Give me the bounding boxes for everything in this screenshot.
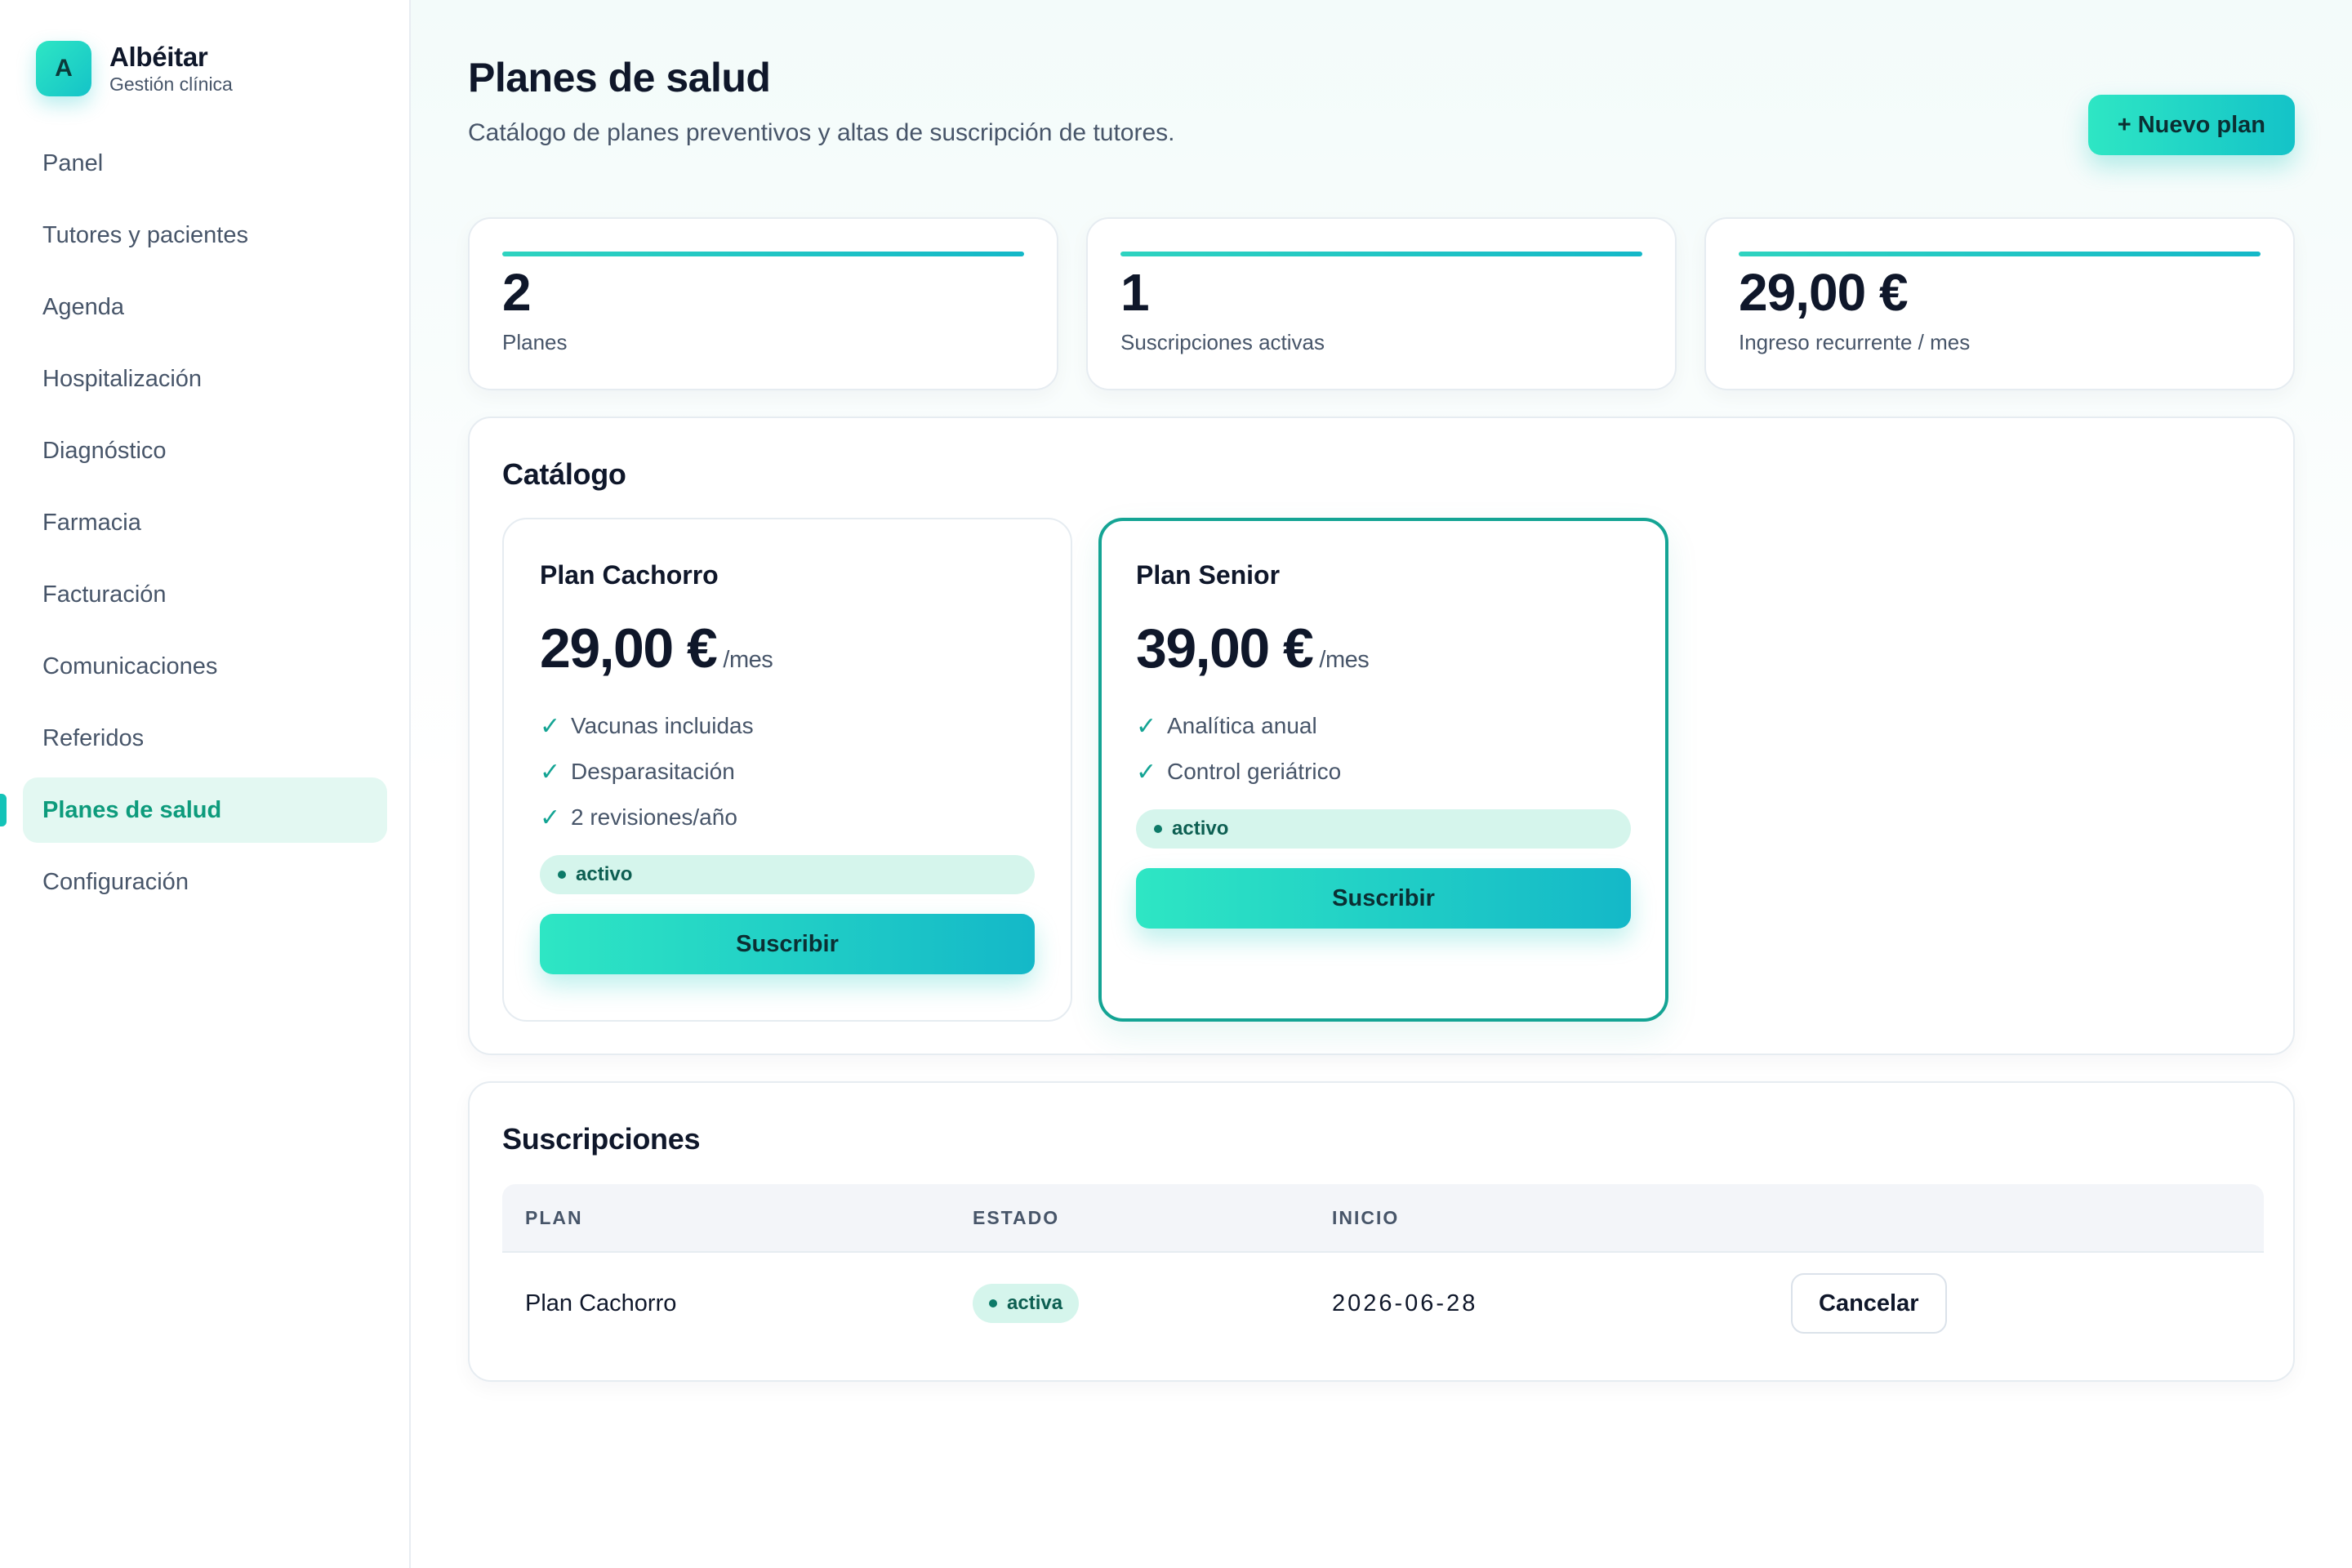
plan-price-amount: 29,00 € [540,617,718,679]
sidebar: A Albéitar Gestión clínica Panel Tutores… [0,0,411,1568]
sidebar-item-tutores-y-pacientes[interactable]: Tutores y pacientes [23,203,387,268]
plan-price-period: /mes [723,647,773,673]
sidebar-item-referidos[interactable]: Referidos [23,706,387,771]
plan-feature: ✓ Vacunas incluidas [540,703,1035,749]
app-shell: A Albéitar Gestión clínica Panel Tutores… [0,0,2352,1568]
sidebar-item-planes-de-salud[interactable]: Planes de salud [0,777,387,843]
status-badge-label: activa [1007,1292,1063,1314]
plan-feature-label: Analítica anual [1167,713,1317,738]
stat-label: Suscripciones activas [1120,330,1325,354]
check-icon: ✓ [1136,712,1157,740]
page-title: Planes de salud [468,55,771,100]
status-badge: activo [1136,809,1631,849]
subscribe-button[interactable]: Suscribir [540,914,1035,974]
column-header-estado: ESTADO [973,1206,1060,1228]
plan-name: Plan Senior [1136,560,1281,590]
brand-name: Albéitar [109,42,208,72]
sidebar-item-facturacion[interactable]: Facturación [23,562,387,627]
stat-card-ingreso-recurrente: 29,00 € Ingreso recurrente / mes [1704,217,2295,390]
brand-subtitle: Gestión clínica [109,74,233,95]
catalog-panel: Catálogo Plan Cachorro 29,00 € /mes ✓ Vac… [468,416,2295,1055]
check-icon: ✓ [540,758,561,786]
plan-feature-label: 2 revisiones/año [571,804,737,830]
table-header: PLAN ESTADO INICIO [502,1184,2264,1253]
plan-feature: ✓ Analítica anual [1136,703,1631,749]
stat-card-planes: 2 Planes [468,217,1058,390]
sidebar-item-comunicaciones[interactable]: Comunicaciones [23,634,387,699]
check-icon: ✓ [540,712,561,740]
plan-card-cachorro: Plan Cachorro 29,00 € /mes ✓ Vacunas incl… [502,518,1072,1022]
plan-name: Plan Cachorro [540,560,719,590]
brand-text: Albéitar Gestión clínica [109,42,233,96]
plan-feature-label: Control geriátrico [1167,759,1342,784]
subscriptions-panel: Suscripciones PLAN ESTADO INICIO Plan Ca… [468,1081,2295,1382]
subscriptions-table: PLAN ESTADO INICIO Plan Cachorro activa … [502,1184,2264,1354]
plan-price-amount: 39,00 € [1136,617,1314,679]
cell-inicio: 2026-06-28 [1332,1290,1478,1316]
plan-price: 39,00 € /mes [1136,617,1631,680]
status-badge-label: activo [576,863,633,885]
plan-feature-label: Desparasitación [571,759,735,784]
sidebar-item-farmacia[interactable]: Farmacia [23,490,387,555]
check-icon: ✓ [540,804,561,831]
sidebar-item-hospitalizacion[interactable]: Hospitalización [23,346,387,412]
stat-value: 29,00 € [1739,263,1909,322]
column-header-plan: PLAN [525,1206,583,1228]
stat-value: 2 [502,263,532,322]
stat-accent-bar [1120,252,1642,256]
sidebar-item-panel[interactable]: Panel [23,131,387,196]
status-badge: activa [973,1284,1080,1323]
plan-price: 29,00 € /mes [540,617,1035,680]
sidebar-nav: Panel Tutores y pacientes Agenda Hospita… [0,131,387,921]
plan-feature-label: Vacunas incluidas [571,713,754,738]
plan-feature: ✓ 2 revisiones/año [540,795,1035,840]
stats-row: 2 Planes 1 Suscripciones activas 29,00 €… [468,217,2295,390]
subscriptions-title: Suscripciones [502,1122,701,1156]
brand-logo: A [36,41,91,96]
check-icon: ✓ [1136,758,1157,786]
brand[interactable]: A Albéitar Gestión clínica [36,41,233,96]
catalog-title: Catálogo [502,457,626,491]
stat-value: 1 [1120,263,1150,322]
new-plan-button[interactable]: + Nuevo plan [2087,95,2295,155]
cell-estado: activa [973,1284,1332,1323]
sidebar-item-configuracion[interactable]: Configuración [23,849,387,915]
status-dot-icon [1154,825,1162,833]
plan-features: ✓ Analítica anual ✓ Control geriátrico [1136,703,1631,795]
plan-feature: ✓ Desparasitación [540,749,1035,795]
plan-feature: ✓ Control geriátrico [1136,749,1631,795]
status-badge: activo [540,855,1035,894]
page-subtitle: Catálogo de planes preventivos y altas d… [468,119,1175,146]
subscribe-button[interactable]: Suscribir [1136,868,1631,929]
cancel-button[interactable]: Cancelar [1791,1273,1947,1334]
sidebar-item-diagnostico[interactable]: Diagnóstico [23,418,387,483]
plan-card-senior: Plan Senior 39,00 € /mes ✓ Analítica anua… [1098,518,1668,1022]
column-header-inicio: INICIO [1332,1206,1400,1228]
cell-actions: Cancelar [1791,1273,2264,1334]
plan-features: ✓ Vacunas incluidas ✓ Desparasitación ✓ 2 r… [540,703,1035,840]
stat-card-suscripciones-activas: 1 Suscripciones activas [1086,217,1677,390]
main-content: Planes de salud Catálogo de planes preve… [411,0,2352,1568]
stat-label: Planes [502,330,568,354]
status-dot-icon [558,871,566,879]
table-row: Plan Cachorro activa 2026-06-28 Cancelar [502,1253,2264,1354]
status-badge-label: activo [1172,817,1229,840]
sidebar-item-agenda[interactable]: Agenda [23,274,387,340]
plan-price-period: /mes [1319,647,1370,673]
stat-accent-bar [1739,252,2261,256]
stat-label: Ingreso recurrente / mes [1739,330,1971,354]
cell-plan: Plan Cachorro [525,1290,677,1316]
status-dot-icon [989,1299,997,1307]
stat-accent-bar [502,252,1024,256]
